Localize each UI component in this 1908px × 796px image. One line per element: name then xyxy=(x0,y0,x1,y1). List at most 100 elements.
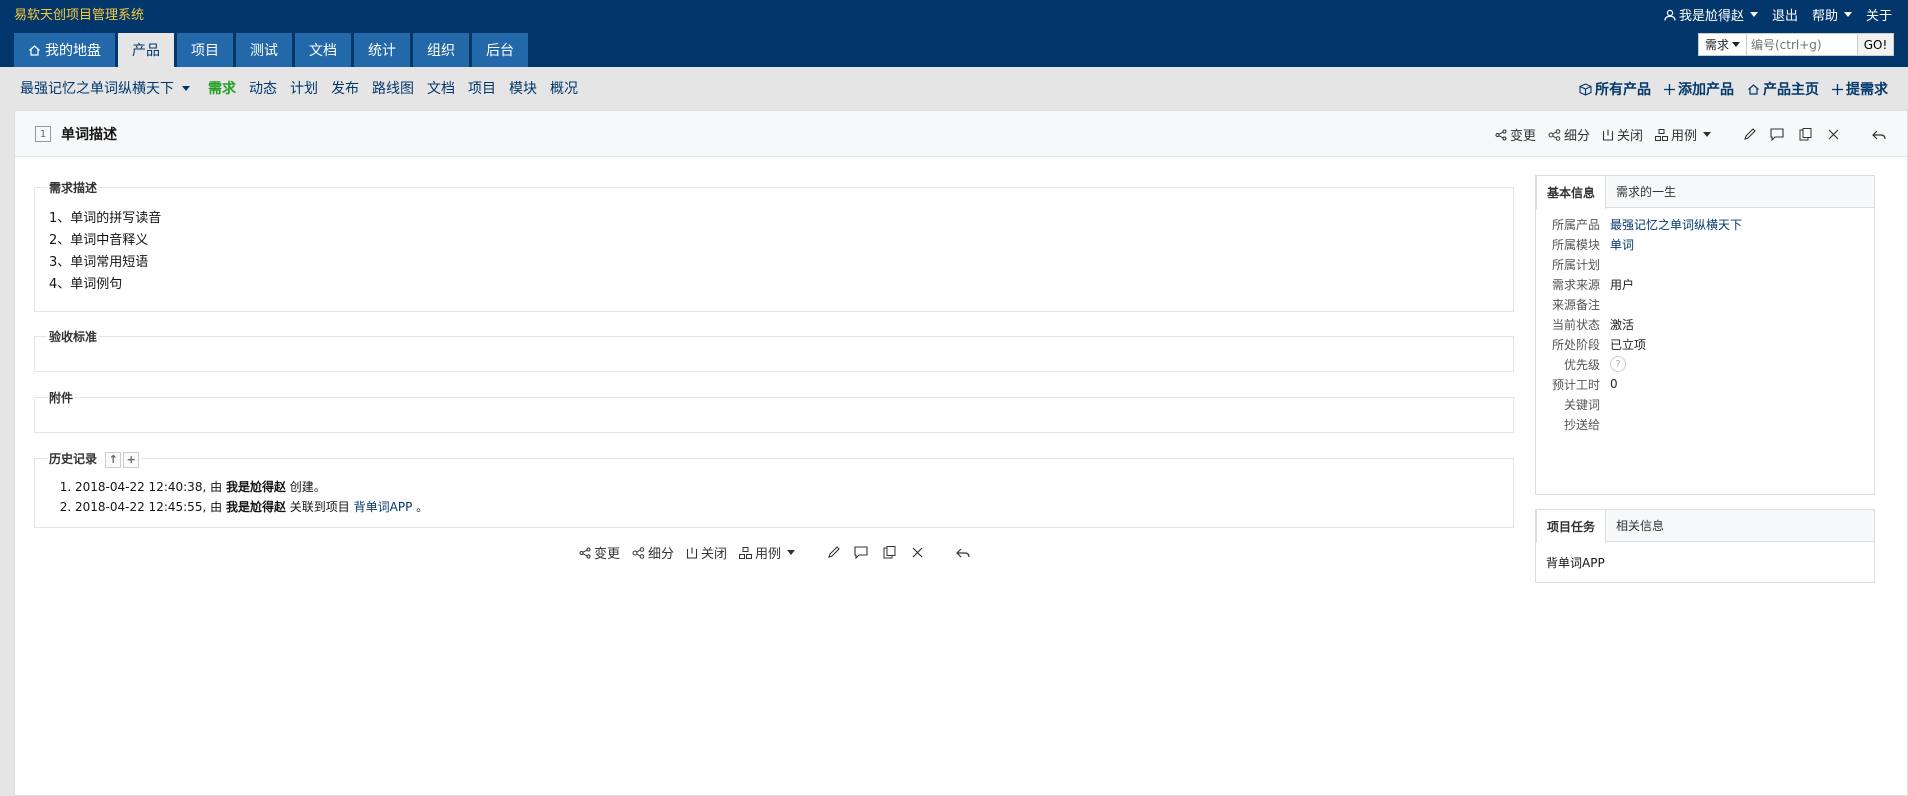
create-story-link[interactable]: 提需求 xyxy=(1832,79,1888,99)
close-icon xyxy=(1828,129,1838,140)
info-value: 已立项 xyxy=(1610,337,1647,352)
info-row: 来源备注 xyxy=(1536,294,1874,314)
tab-test[interactable]: 测试 xyxy=(236,33,292,67)
tab-report[interactable]: 统计 xyxy=(354,33,410,67)
tab-doc[interactable]: 文档 xyxy=(295,33,351,67)
search-type-select[interactable]: 需求 xyxy=(1699,34,1747,55)
change-button[interactable]: 变更 xyxy=(1495,125,1536,144)
project-task-item[interactable]: 背单词APP xyxy=(1536,542,1874,583)
comment-button[interactable] xyxy=(853,545,869,561)
acceptance-section: 验收标准 xyxy=(34,328,1514,372)
tab-project[interactable]: 项目 xyxy=(177,33,233,67)
user-dropdown[interactable]: 我是尬得赵 xyxy=(1664,5,1758,24)
comment-icon xyxy=(854,546,868,559)
product-name: 最强记忆之单词纵横天下 xyxy=(20,81,174,97)
history-time: 2018-04-22 12:40:38, xyxy=(75,480,207,494)
subdivide-button[interactable]: 细分 xyxy=(632,543,674,562)
tab-company[interactable]: 组织 xyxy=(413,33,469,67)
copy-button[interactable] xyxy=(1797,127,1813,143)
back-button[interactable] xyxy=(955,545,971,561)
product-home-link[interactable]: 产品主页 xyxy=(1747,79,1819,99)
tab-basic-info[interactable]: 基本信息 xyxy=(1536,176,1607,209)
case-dropdown[interactable]: 用例 xyxy=(1654,125,1711,144)
list-item: 2018-04-22 12:40:38, 由 我是尬得赵 创建。 xyxy=(75,477,1499,497)
comment-button[interactable] xyxy=(1769,127,1785,143)
add-product-link[interactable]: 添加产品 xyxy=(1664,79,1734,99)
subnav-roadmap[interactable]: 路线图 xyxy=(372,78,414,98)
app-title: 易软天创项目管理系统 xyxy=(14,8,145,23)
logout-link[interactable]: 退出 xyxy=(1772,5,1798,24)
history-title: 历史记录 xyxy=(49,452,98,466)
info-label: 预计工时 xyxy=(1551,377,1600,392)
edit-button[interactable] xyxy=(1741,127,1757,143)
copy-button[interactable] xyxy=(881,545,897,561)
info-label: 需求来源 xyxy=(1551,277,1600,292)
help-dropdown[interactable]: 帮助 xyxy=(1812,5,1852,24)
subnav-doc[interactable]: 文档 xyxy=(427,78,455,98)
info-row: 优先级? xyxy=(1536,354,1874,374)
history-user: 我是尬得赵 xyxy=(225,500,286,514)
subnav-view[interactable]: 概况 xyxy=(550,78,578,98)
sitemap-icon xyxy=(632,546,645,559)
pencil-icon xyxy=(1743,128,1756,140)
cube-icon xyxy=(1579,82,1592,96)
subdivide-label: 细分 xyxy=(648,547,675,562)
story-actions: 变更 细分 关闭 用例 xyxy=(1495,125,1887,144)
info-value: 用户 xyxy=(1610,277,1635,292)
subnav-plan[interactable]: 计划 xyxy=(290,78,318,98)
search-type-label: 需求 xyxy=(1704,38,1729,52)
description-line: 4、单词例句 xyxy=(49,277,123,292)
sitemap-icon xyxy=(1548,128,1561,141)
search-input[interactable] xyxy=(1747,34,1857,55)
all-products-link[interactable]: 所有产品 xyxy=(1579,79,1651,99)
reply-icon xyxy=(1872,130,1886,139)
tab-story-life[interactable]: 需求的一生 xyxy=(1606,176,1686,207)
close-icon xyxy=(912,547,922,558)
help-label: 帮助 xyxy=(1811,9,1838,24)
chevron-down-icon xyxy=(1749,12,1758,17)
search-go-button[interactable]: GO! xyxy=(1857,34,1893,55)
info-row: 所属产品 最强记忆之单词纵横天下 xyxy=(1536,214,1874,234)
sub-nav: 最强记忆之单词纵横天下 需求 动态 计划 发布 路线图 文档 项目 模块 概况 … xyxy=(0,67,1908,109)
subnav-release[interactable]: 发布 xyxy=(331,78,359,98)
edit-button[interactable] xyxy=(825,545,841,561)
close-story-button[interactable]: 关闭 xyxy=(686,543,727,562)
case-label: 用例 xyxy=(755,547,782,562)
subnav-module[interactable]: 模块 xyxy=(509,78,537,98)
info-label: 关键词 xyxy=(1563,397,1600,412)
subnav-dynamic[interactable]: 动态 xyxy=(249,78,277,98)
sort-up-icon[interactable]: ↑ xyxy=(105,451,122,468)
delete-button[interactable] xyxy=(909,545,925,561)
info-label: 所属产品 xyxy=(1551,217,1600,232)
tab-project-task[interactable]: 项目任务 xyxy=(1536,510,1607,543)
change-button[interactable]: 变更 xyxy=(579,543,620,562)
module-link[interactable]: 单词 xyxy=(1610,236,1634,253)
product-switcher[interactable]: 最强记忆之单词纵横天下 xyxy=(20,78,190,98)
tab-related-info[interactable]: 相关信息 xyxy=(1606,510,1674,541)
expand-plus-icon[interactable]: + xyxy=(123,451,140,468)
history-project-link[interactable]: 背单词APP xyxy=(354,500,413,514)
subnav-project[interactable]: 项目 xyxy=(468,78,496,98)
close-story-button[interactable]: 关闭 xyxy=(1602,125,1643,144)
info-label: 当前状态 xyxy=(1551,317,1600,332)
all-products-label: 所有产品 xyxy=(1595,82,1651,98)
delete-button[interactable] xyxy=(1825,127,1841,143)
comment-icon xyxy=(1770,128,1784,141)
history-tools: ↑ + xyxy=(105,451,140,468)
reply-icon xyxy=(956,548,970,557)
change-label: 变更 xyxy=(1509,129,1536,144)
files-section: 附件 xyxy=(34,389,1514,433)
about-link[interactable]: 关于 xyxy=(1866,5,1892,24)
tab-product[interactable]: 产品 xyxy=(118,33,174,67)
tab-my[interactable]: 我的地盘 xyxy=(14,33,115,67)
sitemap-icon xyxy=(739,546,753,559)
section-title: 历史记录 ↑ + xyxy=(47,450,142,468)
history-action: 关联到项目 xyxy=(289,500,350,514)
product-link[interactable]: 最强记忆之单词纵横天下 xyxy=(1610,216,1742,233)
subdivide-button[interactable]: 细分 xyxy=(1548,125,1590,144)
subnav-story[interactable]: 需求 xyxy=(208,78,236,98)
tab-admin[interactable]: 后台 xyxy=(472,33,528,67)
case-dropdown[interactable]: 用例 xyxy=(739,543,796,562)
info-row: 抄送给 xyxy=(1536,414,1874,434)
back-button[interactable] xyxy=(1871,127,1887,143)
